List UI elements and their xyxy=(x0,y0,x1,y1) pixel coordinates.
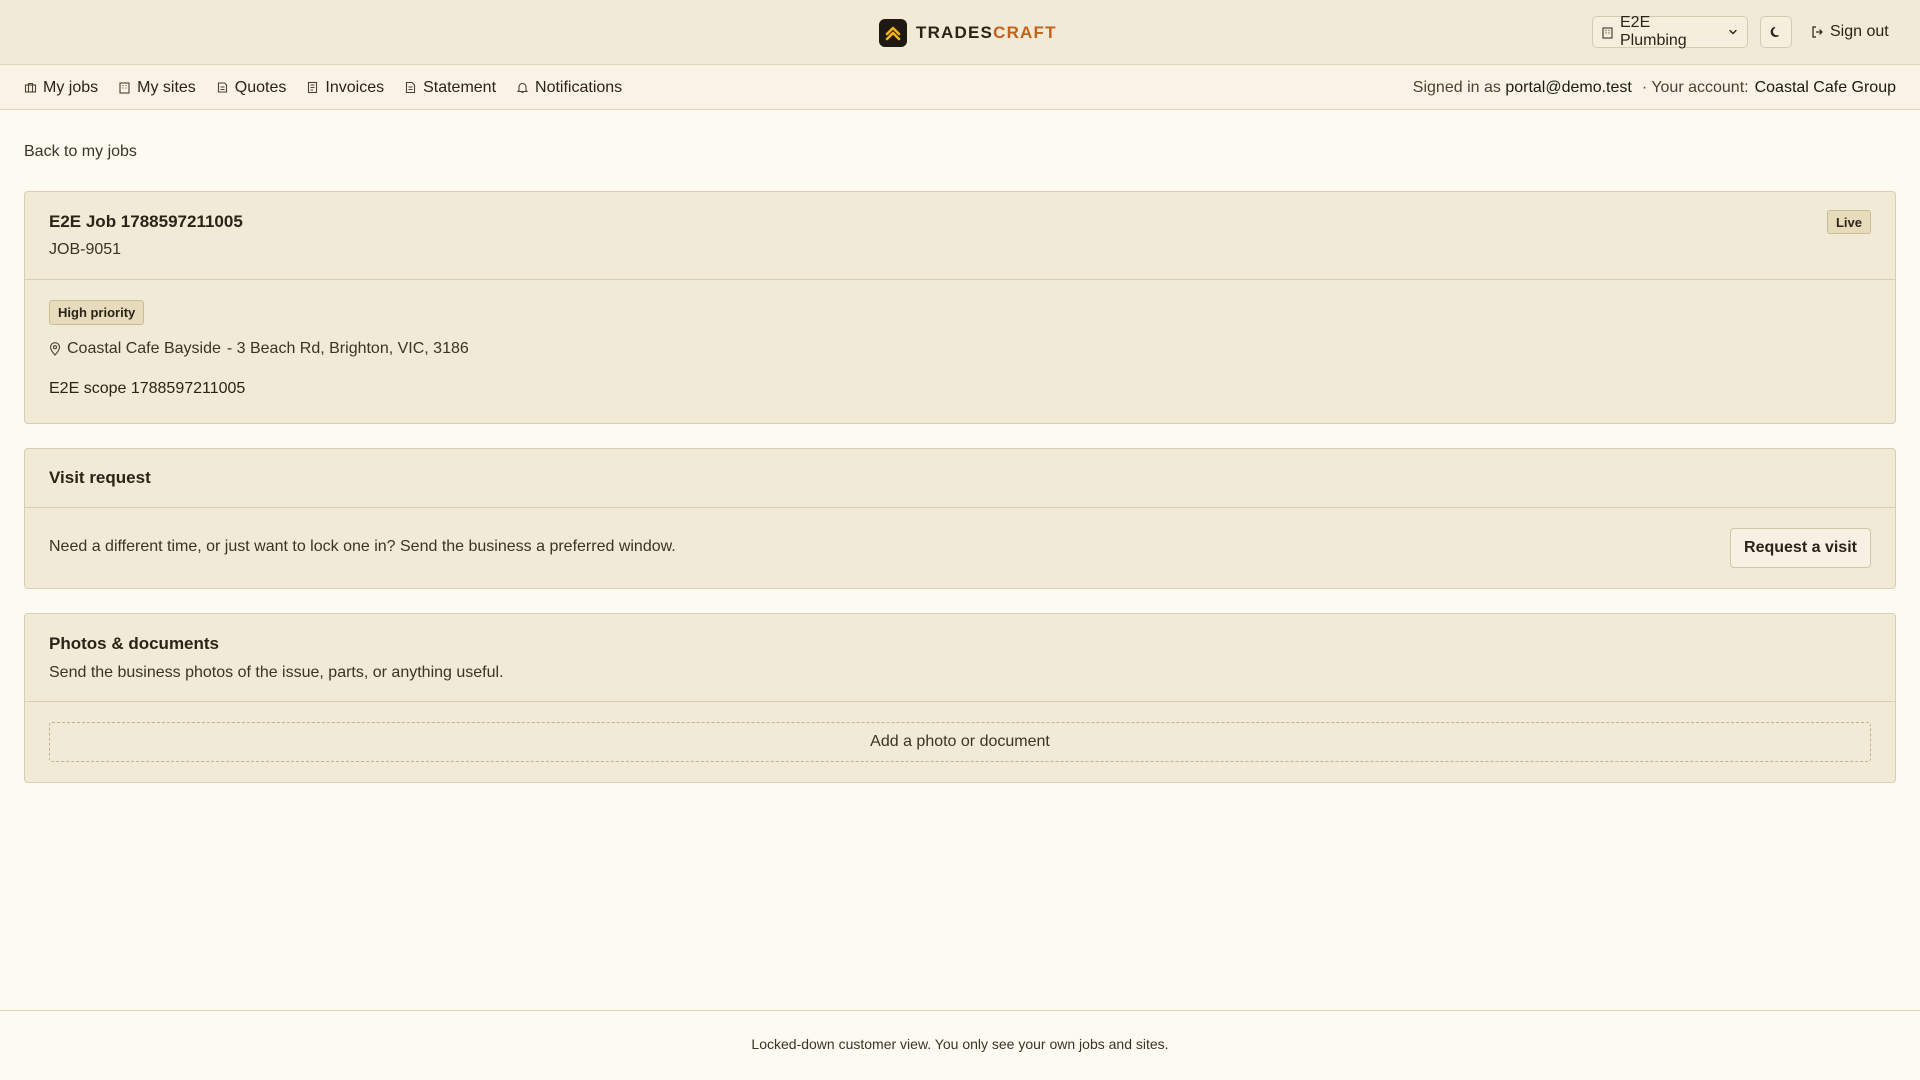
nav-items: My jobs My sites Quotes Invoices Stateme… xyxy=(24,65,622,110)
visit-request-card: Visit request Need a different time, or … xyxy=(24,448,1896,589)
sign-out-label: Sign out xyxy=(1830,23,1889,40)
chevron-down-icon xyxy=(1727,26,1739,38)
back-to-jobs-link[interactable]: Back to my jobs xyxy=(24,143,137,161)
invoice-icon xyxy=(306,81,319,94)
visit-request-header: Visit request xyxy=(25,449,1895,508)
nav-item-label: My jobs xyxy=(43,78,99,96)
priority-badge: High priority xyxy=(49,300,145,325)
document-icon xyxy=(404,81,417,94)
job-location: Coastal Cafe Bayside - 3 Beach Rd, Brigh… xyxy=(49,338,469,360)
job-scope: E2E scope 1788597211005 xyxy=(49,380,246,397)
account-prefix: · Your account: xyxy=(1641,78,1749,96)
org-selector[interactable]: E2E Plumbing xyxy=(1592,14,1748,49)
photos-documents-card: Photos & documents Send the business pho… xyxy=(24,613,1896,783)
building-icon xyxy=(118,81,131,94)
nav-item-label: My sites xyxy=(137,78,196,96)
nav-bar: My jobs My sites Quotes Invoices Stateme… xyxy=(0,65,1920,110)
brand-name: TRADESCRAFT xyxy=(916,23,1057,43)
nav-item-notifications[interactable]: Notifications xyxy=(516,79,622,97)
nav-item-label: Quotes xyxy=(234,78,287,96)
top-bar: TRADESCRAFT E2E Plumbing Sign out xyxy=(0,0,1920,65)
brand[interactable]: TRADESCRAFT xyxy=(879,18,1057,47)
site-name: Coastal Cafe Bayside xyxy=(67,340,221,357)
add-photo-button[interactable]: Add a photo or document xyxy=(49,722,1871,762)
sign-out-icon xyxy=(1810,25,1824,39)
org-selector-label: E2E Plumbing xyxy=(1620,14,1687,49)
site-address: - 3 Beach Rd, Brighton, VIC, 3186 xyxy=(226,340,469,357)
job-number: JOB-9051 xyxy=(49,241,122,258)
nav-item-label: Notifications xyxy=(535,78,623,96)
brand-logo-icon xyxy=(879,18,907,47)
visit-request-text: Need a different time, or just want to l… xyxy=(49,538,676,555)
photos-documents-title: Photos & documents xyxy=(49,634,220,653)
job-title: E2E Job 1788597211005 xyxy=(49,212,243,231)
signed-in-prefix: Signed in as xyxy=(1412,78,1501,96)
status-badge: Live xyxy=(1826,210,1871,234)
nav-item-invoices[interactable]: Invoices xyxy=(306,79,384,97)
footer: Locked-down customer view. You only see … xyxy=(0,1010,1920,1080)
map-pin-icon xyxy=(49,342,61,356)
photos-documents-header: Photos & documents Send the business pho… xyxy=(25,614,1895,702)
brand-name-part2: CRAFT xyxy=(993,22,1057,42)
job-card-header: E2E Job 1788597211005 JOB-9051 Live xyxy=(25,192,1895,280)
request-visit-button[interactable]: Request a visit xyxy=(1730,528,1871,568)
nav-item-my-sites[interactable]: My sites xyxy=(118,79,196,97)
account-name: Coastal Cafe Group xyxy=(1754,78,1896,96)
signed-in-info: Signed in as portal@demo.test · Your acc… xyxy=(1413,65,1896,110)
moon-icon xyxy=(1769,25,1783,39)
nav-item-quotes[interactable]: Quotes xyxy=(216,78,287,97)
nav-item-label: Statement xyxy=(423,78,497,96)
nav-item-statement[interactable]: Statement xyxy=(404,79,496,97)
footer-text: Locked-down customer view. You only see … xyxy=(751,1036,1169,1052)
nav-item-my-jobs[interactable]: My jobs xyxy=(24,79,98,97)
nav-item-label: Invoices xyxy=(325,78,385,96)
brand-name-part1: TRADES xyxy=(916,22,994,42)
building-icon xyxy=(1601,26,1614,39)
photos-documents-subtitle: Send the business photos of the issue, p… xyxy=(49,664,504,681)
briefcase-icon xyxy=(24,81,37,94)
bell-icon xyxy=(516,81,529,94)
job-card: E2E Job 1788597211005 JOB-9051 Live High… xyxy=(24,191,1896,424)
visit-request-title: Visit request xyxy=(49,468,151,487)
quote-icon xyxy=(216,81,229,94)
signed-in-email: portal@demo.test xyxy=(1505,78,1632,96)
sign-out-button[interactable]: Sign out xyxy=(1810,16,1889,48)
theme-toggle-button[interactable] xyxy=(1760,16,1792,48)
